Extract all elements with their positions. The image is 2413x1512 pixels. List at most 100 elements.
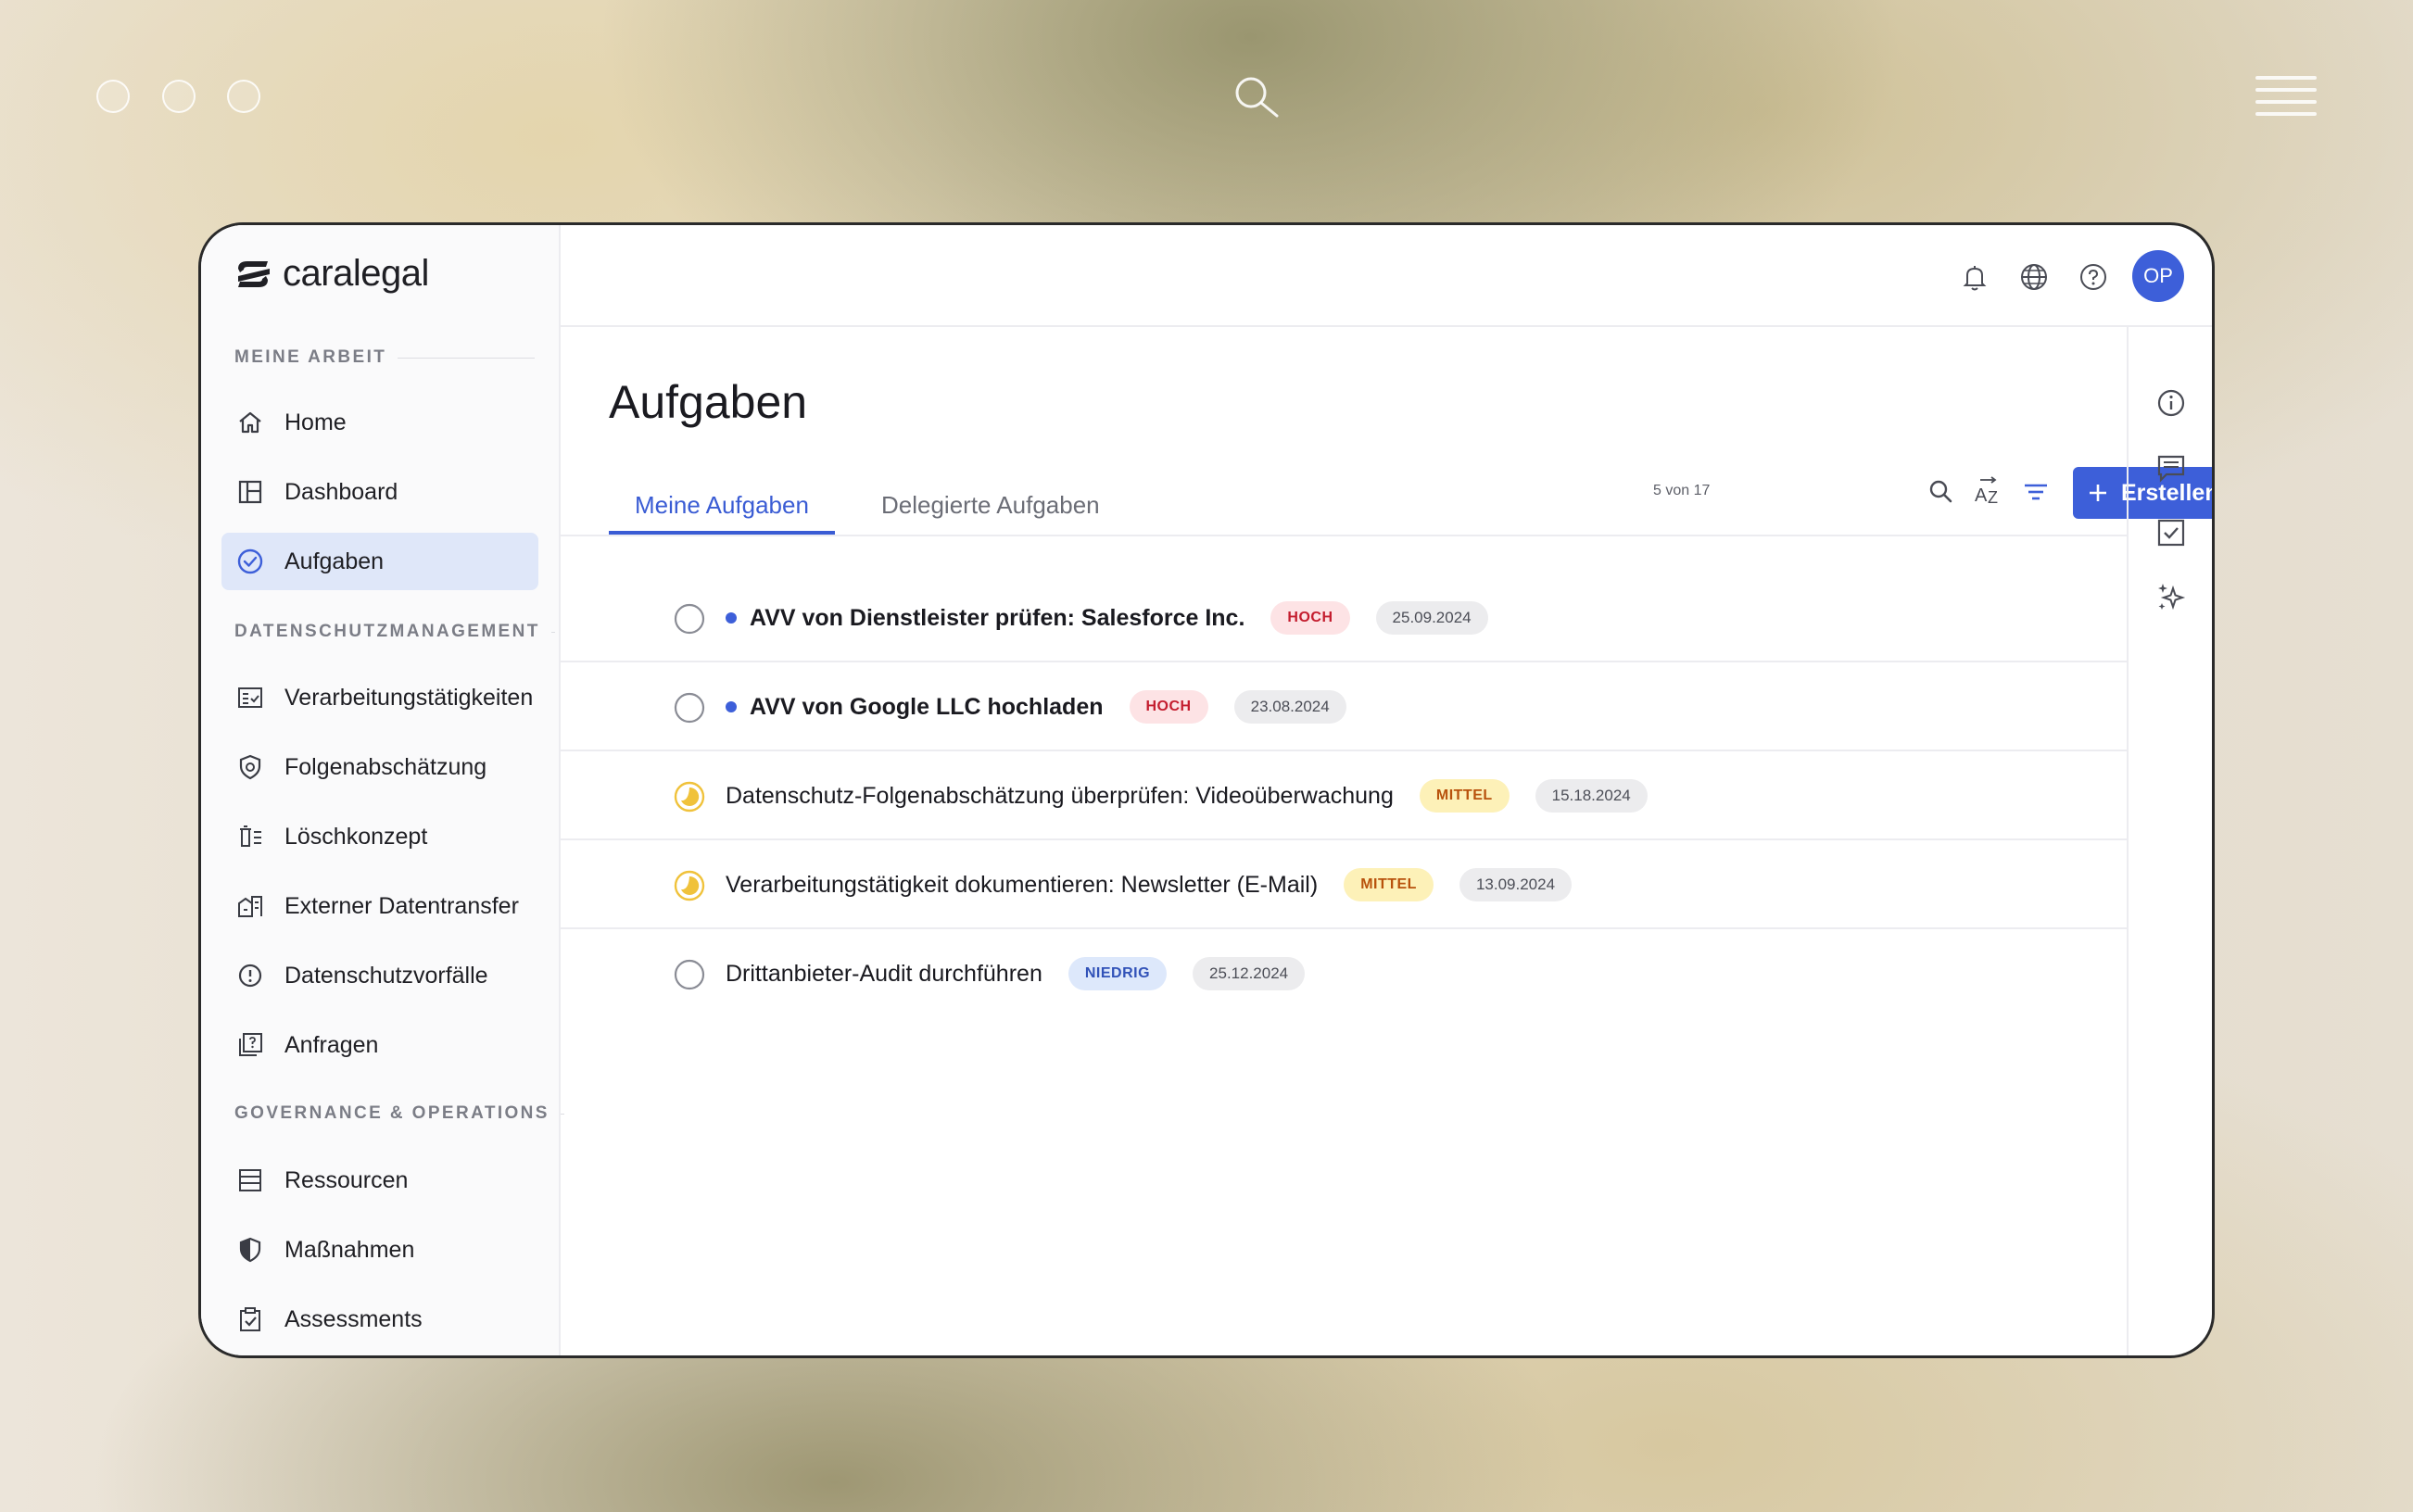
section-heading-datenschutzmanagement: DATENSCHUTZMANAGEMENT [234, 622, 555, 642]
sidebar-item-verarbeitungstaetigkeiten[interactable]: Verarbeitungstätigkeiten [221, 669, 538, 726]
tab-meine-aufgaben[interactable]: Meine Aufgaben [609, 479, 835, 535]
sidebar-item-label: Datenschutzvorfälle [284, 962, 488, 989]
sidebar-item-folgenabschaetzung[interactable]: Folgenabschätzung [221, 738, 538, 796]
task-status-in-progress-icon[interactable] [674, 781, 705, 813]
section-title: MEINE ARBEIT [234, 347, 387, 367]
sidebar-item-label: Maßnahmen [284, 1236, 415, 1263]
alert-circle-icon [234, 960, 266, 991]
sidebar-item-label: Anfragen [284, 1031, 379, 1058]
processing-list-icon [234, 682, 266, 713]
sidebar-item-label: Folgenabschätzung [284, 753, 487, 780]
tabs-divider [559, 535, 2127, 536]
globe-icon[interactable] [2017, 260, 2051, 294]
sparkles-icon[interactable] [2153, 579, 2190, 616]
sidebar-item-massnahmen[interactable]: Maßnahmen [221, 1221, 538, 1279]
window-close-button[interactable] [96, 80, 130, 113]
task-row[interactable]: Datenschutz-Folgenabschätzung überprüfen… [559, 751, 2127, 840]
task-row[interactable]: AVV von Dienstleister prüfen: Salesforce… [559, 573, 2127, 662]
home-icon [234, 407, 266, 438]
task-title[interactable]: Verarbeitungstätigkeit dokumentieren: Ne… [726, 872, 1318, 899]
plus-icon [2090, 485, 2106, 501]
comments-icon[interactable] [2153, 449, 2190, 486]
divider [398, 357, 536, 359]
clipboard-check-icon [234, 1304, 266, 1335]
task-row[interactable]: AVV von Google LLC hochladen HOCH 23.08.… [559, 662, 2127, 751]
tab-delegierte-aufgaben[interactable]: Delegierte Aufgaben [855, 479, 1126, 535]
priority-badge: MITTEL [1419, 779, 1510, 813]
task-count: 5 von 17 [1653, 483, 1711, 498]
task-status-open-icon[interactable] [674, 692, 705, 724]
divider [550, 631, 555, 633]
svg-text:A: A [1975, 485, 1988, 506]
window-minimize-button[interactable] [162, 80, 196, 113]
priority-badge: MITTEL [1344, 868, 1434, 901]
sidebar-item-anfragen[interactable]: Anfragen [221, 1016, 538, 1074]
task-row[interactable]: Drittanbieter-Audit durchführen NIEDRIG … [559, 929, 2127, 1018]
task-title[interactable]: AVV von Dienstleister prüfen: Salesforce… [750, 605, 1244, 632]
sidebar-item-home[interactable]: Home [221, 394, 538, 451]
check-circle-icon [234, 546, 266, 577]
search-icon[interactable] [1231, 74, 1286, 120]
task-status-in-progress-icon[interactable] [674, 870, 705, 901]
sidebar-item-label: Ressourcen [284, 1166, 409, 1193]
priority-badge: HOCH [1270, 601, 1350, 635]
menu-icon[interactable] [2255, 76, 2317, 117]
section-title: GOVERNANCE & OPERATIONS [234, 1103, 550, 1123]
svg-text:Z: Z [1988, 488, 1998, 507]
sidebar-item-externer-datentransfer[interactable]: Externer Datentransfer [221, 877, 538, 935]
due-date-badge: 23.08.2024 [1233, 690, 1346, 724]
app-window: caralegal MEINE ARBEIT Home Dashboard Au… [198, 222, 2215, 1358]
task-status-open-icon[interactable] [674, 959, 705, 990]
building-icon [234, 890, 266, 922]
bell-icon[interactable] [1958, 260, 1991, 294]
due-date-badge: 25.09.2024 [1375, 601, 1488, 635]
sidebar-item-label: Assessments [284, 1305, 423, 1332]
sidebar-item-label: Dashboard [284, 478, 398, 505]
sidebar-item-label: Löschkonzept [284, 823, 428, 850]
sidebar-item-label: Verarbeitungstätigkeiten [284, 684, 534, 711]
task-status-open-icon[interactable] [674, 603, 705, 635]
search-icon[interactable] [1925, 475, 1958, 509]
section-heading-meine-arbeit: MEINE ARBEIT [234, 347, 536, 368]
sidebar-item-loeschkonzept[interactable]: Löschkonzept [221, 808, 538, 865]
shield-icon [234, 751, 266, 783]
right-rail [2127, 327, 2212, 1355]
user-avatar[interactable]: OP [2132, 250, 2184, 302]
checkbox-icon[interactable] [2153, 514, 2190, 551]
page-title: Aufgaben [609, 376, 808, 428]
resources-icon [234, 1165, 266, 1196]
section-heading-governance-operations: GOVERNANCE & OPERATIONS [234, 1103, 564, 1124]
task-title[interactable]: AVV von Google LLC hochladen [750, 694, 1104, 721]
delete-list-icon [234, 821, 266, 852]
sidebar-item-label: Externer Datentransfer [284, 892, 519, 919]
help-icon[interactable] [2077, 260, 2110, 294]
sidebar-item-ressourcen[interactable]: Ressourcen [221, 1152, 538, 1209]
sidebar-item-datenschutzvorfaelle[interactable]: Datenschutzvorfälle [221, 947, 538, 1004]
sidebar-item-aufgaben[interactable]: Aufgaben [221, 533, 538, 590]
sidebar-item-assessments[interactable]: Assessments [221, 1291, 538, 1348]
main-content: Aufgaben Meine Aufgaben Delegierte Aufga… [559, 327, 2212, 1355]
unread-dot [726, 701, 737, 712]
sidebar-item-dashboard[interactable]: Dashboard [221, 463, 538, 521]
due-date-badge: 25.12.2024 [1193, 957, 1306, 990]
filter-icon[interactable] [2019, 475, 2053, 509]
brand[interactable]: caralegal [233, 253, 429, 295]
shield-half-icon [234, 1234, 266, 1266]
window-maximize-button[interactable] [227, 80, 260, 113]
due-date-badge: 15.18.2024 [1535, 779, 1648, 813]
priority-badge: NIEDRIG [1068, 957, 1168, 990]
dashboard-icon [234, 476, 266, 508]
sidebar-item-label: Home [284, 409, 347, 435]
due-date-badge: 13.09.2024 [1459, 868, 1573, 901]
request-icon [234, 1029, 266, 1061]
caralegal-logo-icon [238, 260, 270, 287]
task-title[interactable]: Datenschutz-Folgenabschätzung überprüfen… [726, 783, 1394, 810]
priority-badge: HOCH [1129, 690, 1208, 724]
sort-az-icon[interactable]: AZ [1972, 475, 2005, 509]
task-row[interactable]: Verarbeitungstätigkeit dokumentieren: Ne… [559, 840, 2127, 929]
section-title: DATENSCHUTZMANAGEMENT [234, 622, 540, 641]
info-icon[interactable] [2153, 384, 2190, 422]
task-title[interactable]: Drittanbieter-Audit durchführen [726, 961, 1042, 988]
unread-dot [726, 612, 737, 624]
brand-name: caralegal [283, 253, 429, 294]
